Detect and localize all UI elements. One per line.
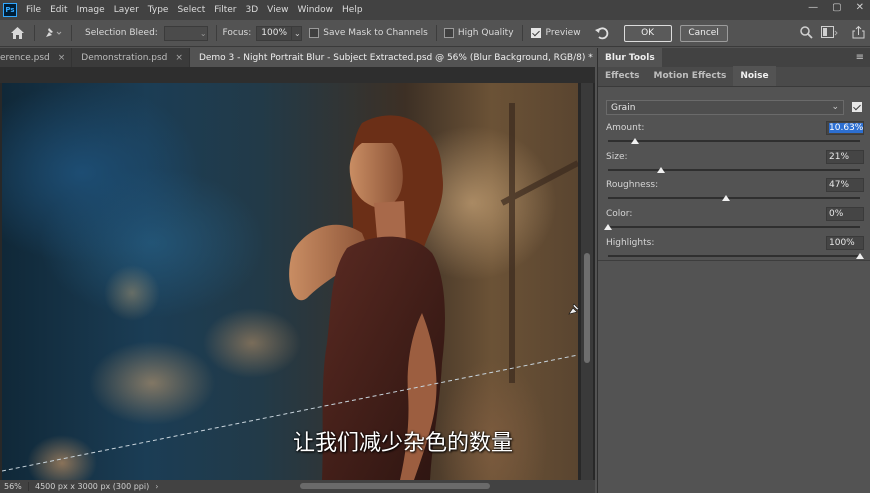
photoshop-logo-icon: Ps (3, 3, 17, 17)
home-icon[interactable] (9, 27, 25, 39)
size-param: Size: 21% (606, 150, 864, 180)
chevron-down-icon: ⌄ (831, 102, 839, 112)
focus-field[interactable]: 100% ⌄ (256, 25, 303, 41)
highlights-slider-track[interactable] (608, 255, 860, 257)
size-slider-thumb[interactable] (656, 167, 665, 173)
menu-filter[interactable]: Filter (214, 5, 236, 15)
color-slider-track[interactable] (608, 226, 860, 228)
color-field[interactable]: 0% (826, 207, 864, 221)
menu-window[interactable]: Window (298, 5, 334, 15)
menu-help[interactable]: Help (342, 5, 363, 15)
tab-noise[interactable]: Noise (733, 66, 776, 86)
search-icon[interactable] (800, 26, 813, 42)
close-tab-icon[interactable]: × (58, 53, 66, 63)
menu-view[interactable]: View (267, 5, 288, 15)
status-bar: 56% 4500 px x 3000 px (300 ppi) › (0, 480, 595, 493)
size-field[interactable]: 21% (826, 150, 864, 164)
color-label: Color: (606, 209, 633, 219)
menu-image[interactable]: Image (77, 5, 105, 15)
amount-slider-thumb[interactable] (630, 138, 639, 144)
tab-demonstration[interactable]: Demonstration.psd × (72, 48, 190, 67)
preview-checkbox[interactable] (530, 28, 541, 38)
focus-label: Focus: (222, 28, 252, 38)
noise-type-select[interactable]: Grain ⌄ (606, 100, 844, 115)
save-mask-checkbox[interactable] (309, 28, 320, 38)
menu-bar: Ps File Edit Image Layer Type Select Fil… (0, 0, 870, 20)
woman-portrait (2, 103, 578, 480)
high-quality-checkbox[interactable] (443, 28, 454, 38)
maximize-icon[interactable]: ▢ (832, 2, 841, 13)
noise-enabled-checkbox[interactable] (852, 102, 862, 112)
color-param: Color: 0% (604, 207, 864, 237)
minimize-icon[interactable]: — (808, 2, 818, 13)
selection-bleed-chevron-icon[interactable]: ⌄ (200, 29, 207, 38)
reset-icon[interactable] (594, 26, 609, 40)
tab-label: Demonstration.psd (81, 52, 168, 63)
highlights-slider-thumb[interactable] (856, 253, 864, 259)
document-image[interactable] (2, 83, 578, 480)
highlights-field[interactable]: 100% (826, 236, 864, 250)
focus-chevron-icon[interactable]: ⌄ (291, 26, 302, 40)
status-menu-arrow-icon[interactable]: › (155, 482, 158, 491)
roughness-label: Roughness: (606, 180, 659, 190)
menu-edit[interactable]: Edit (50, 5, 67, 15)
size-label: Size: (606, 152, 628, 162)
menu-3d[interactable]: 3D (246, 5, 259, 15)
roughness-field[interactable]: 47% (826, 178, 864, 192)
highlights-param: Highlights: 100% (606, 236, 864, 266)
menu-select[interactable]: Select (177, 5, 205, 15)
save-mask-label: Save Mask to Channels (323, 28, 428, 38)
roughness-slider-thumb[interactable] (722, 195, 731, 201)
menu-type[interactable]: Type (148, 5, 169, 15)
tab-motion-effects[interactable]: Motion Effects (647, 66, 734, 86)
color-slider-thumb[interactable] (604, 224, 612, 230)
menu-layer[interactable]: Layer (114, 5, 139, 15)
blur-tools-panel: Blur Tools ≡ Effects Motion Effects Nois… (597, 48, 870, 493)
amount-slider-track[interactable] (608, 140, 860, 142)
highlights-label: Highlights: (606, 238, 655, 248)
tab-reference[interactable]: erence.psd × (0, 48, 73, 67)
options-bar: Selection Bleed: ⌄ Focus: 100% ⌄ Save Ma… (0, 20, 870, 47)
panel-menu-icon[interactable]: ≡ (856, 52, 864, 63)
tab-effects[interactable]: Effects (598, 66, 647, 86)
panel-header: Blur Tools (598, 48, 870, 67)
amount-field[interactable]: 10.63% (826, 121, 864, 135)
ok-button[interactable]: OK (623, 24, 672, 42)
roughness-param: Roughness: 47% (606, 178, 864, 208)
high-quality-label: High Quality (457, 28, 514, 38)
horizontal-scrollbar-thumb[interactable] (300, 483, 490, 489)
noise-type-value: Grain (611, 102, 636, 113)
panel-tabs: Effects Motion Effects Noise (598, 66, 870, 87)
workspace-icon[interactable] (821, 26, 838, 42)
pin-cursor-icon (567, 302, 583, 319)
zoom-level[interactable]: 56% (0, 482, 28, 491)
panel-title[interactable]: Blur Tools (598, 48, 662, 67)
close-icon[interactable]: ✕ (856, 2, 864, 13)
preview-label: Preview (545, 28, 581, 38)
canvas-top-margin (0, 67, 595, 83)
document-dimensions: 4500 px x 3000 px (300 ppi) (28, 482, 149, 491)
tab-label: erence.psd (0, 52, 50, 63)
size-slider-track[interactable] (608, 169, 860, 171)
amount-param: Amount: 10.63% (606, 121, 864, 151)
selection-bleed-label: Selection Bleed: (85, 28, 158, 38)
vertical-scrollbar[interactable] (581, 83, 593, 480)
video-subtitle: 让我们减少杂色的数量 (293, 431, 514, 456)
amount-label: Amount: (606, 123, 645, 133)
share-icon[interactable] (852, 25, 866, 42)
tab-demo3[interactable]: Demo 3 - Night Portrait Blur - Subject E… (189, 48, 595, 67)
document-tab-bar: erence.psd × Demonstration.psd × Demo 3 - … (0, 48, 595, 67)
grain-row: Grain ⌄ (606, 100, 868, 116)
roughness-slider-track[interactable] (608, 197, 860, 199)
cancel-button[interactable]: Cancel (679, 24, 728, 42)
pin-tool-icon[interactable] (43, 27, 63, 39)
panel-divider (598, 260, 870, 261)
canvas-area[interactable]: 让我们减少杂色的数量 (0, 67, 595, 480)
scrollbar-thumb[interactable] (584, 253, 590, 363)
menu-file[interactable]: File (26, 5, 41, 15)
close-tab-icon[interactable]: × (175, 53, 183, 63)
tab-label: Demo 3 - Night Portrait Blur - Subject E… (198, 52, 593, 63)
